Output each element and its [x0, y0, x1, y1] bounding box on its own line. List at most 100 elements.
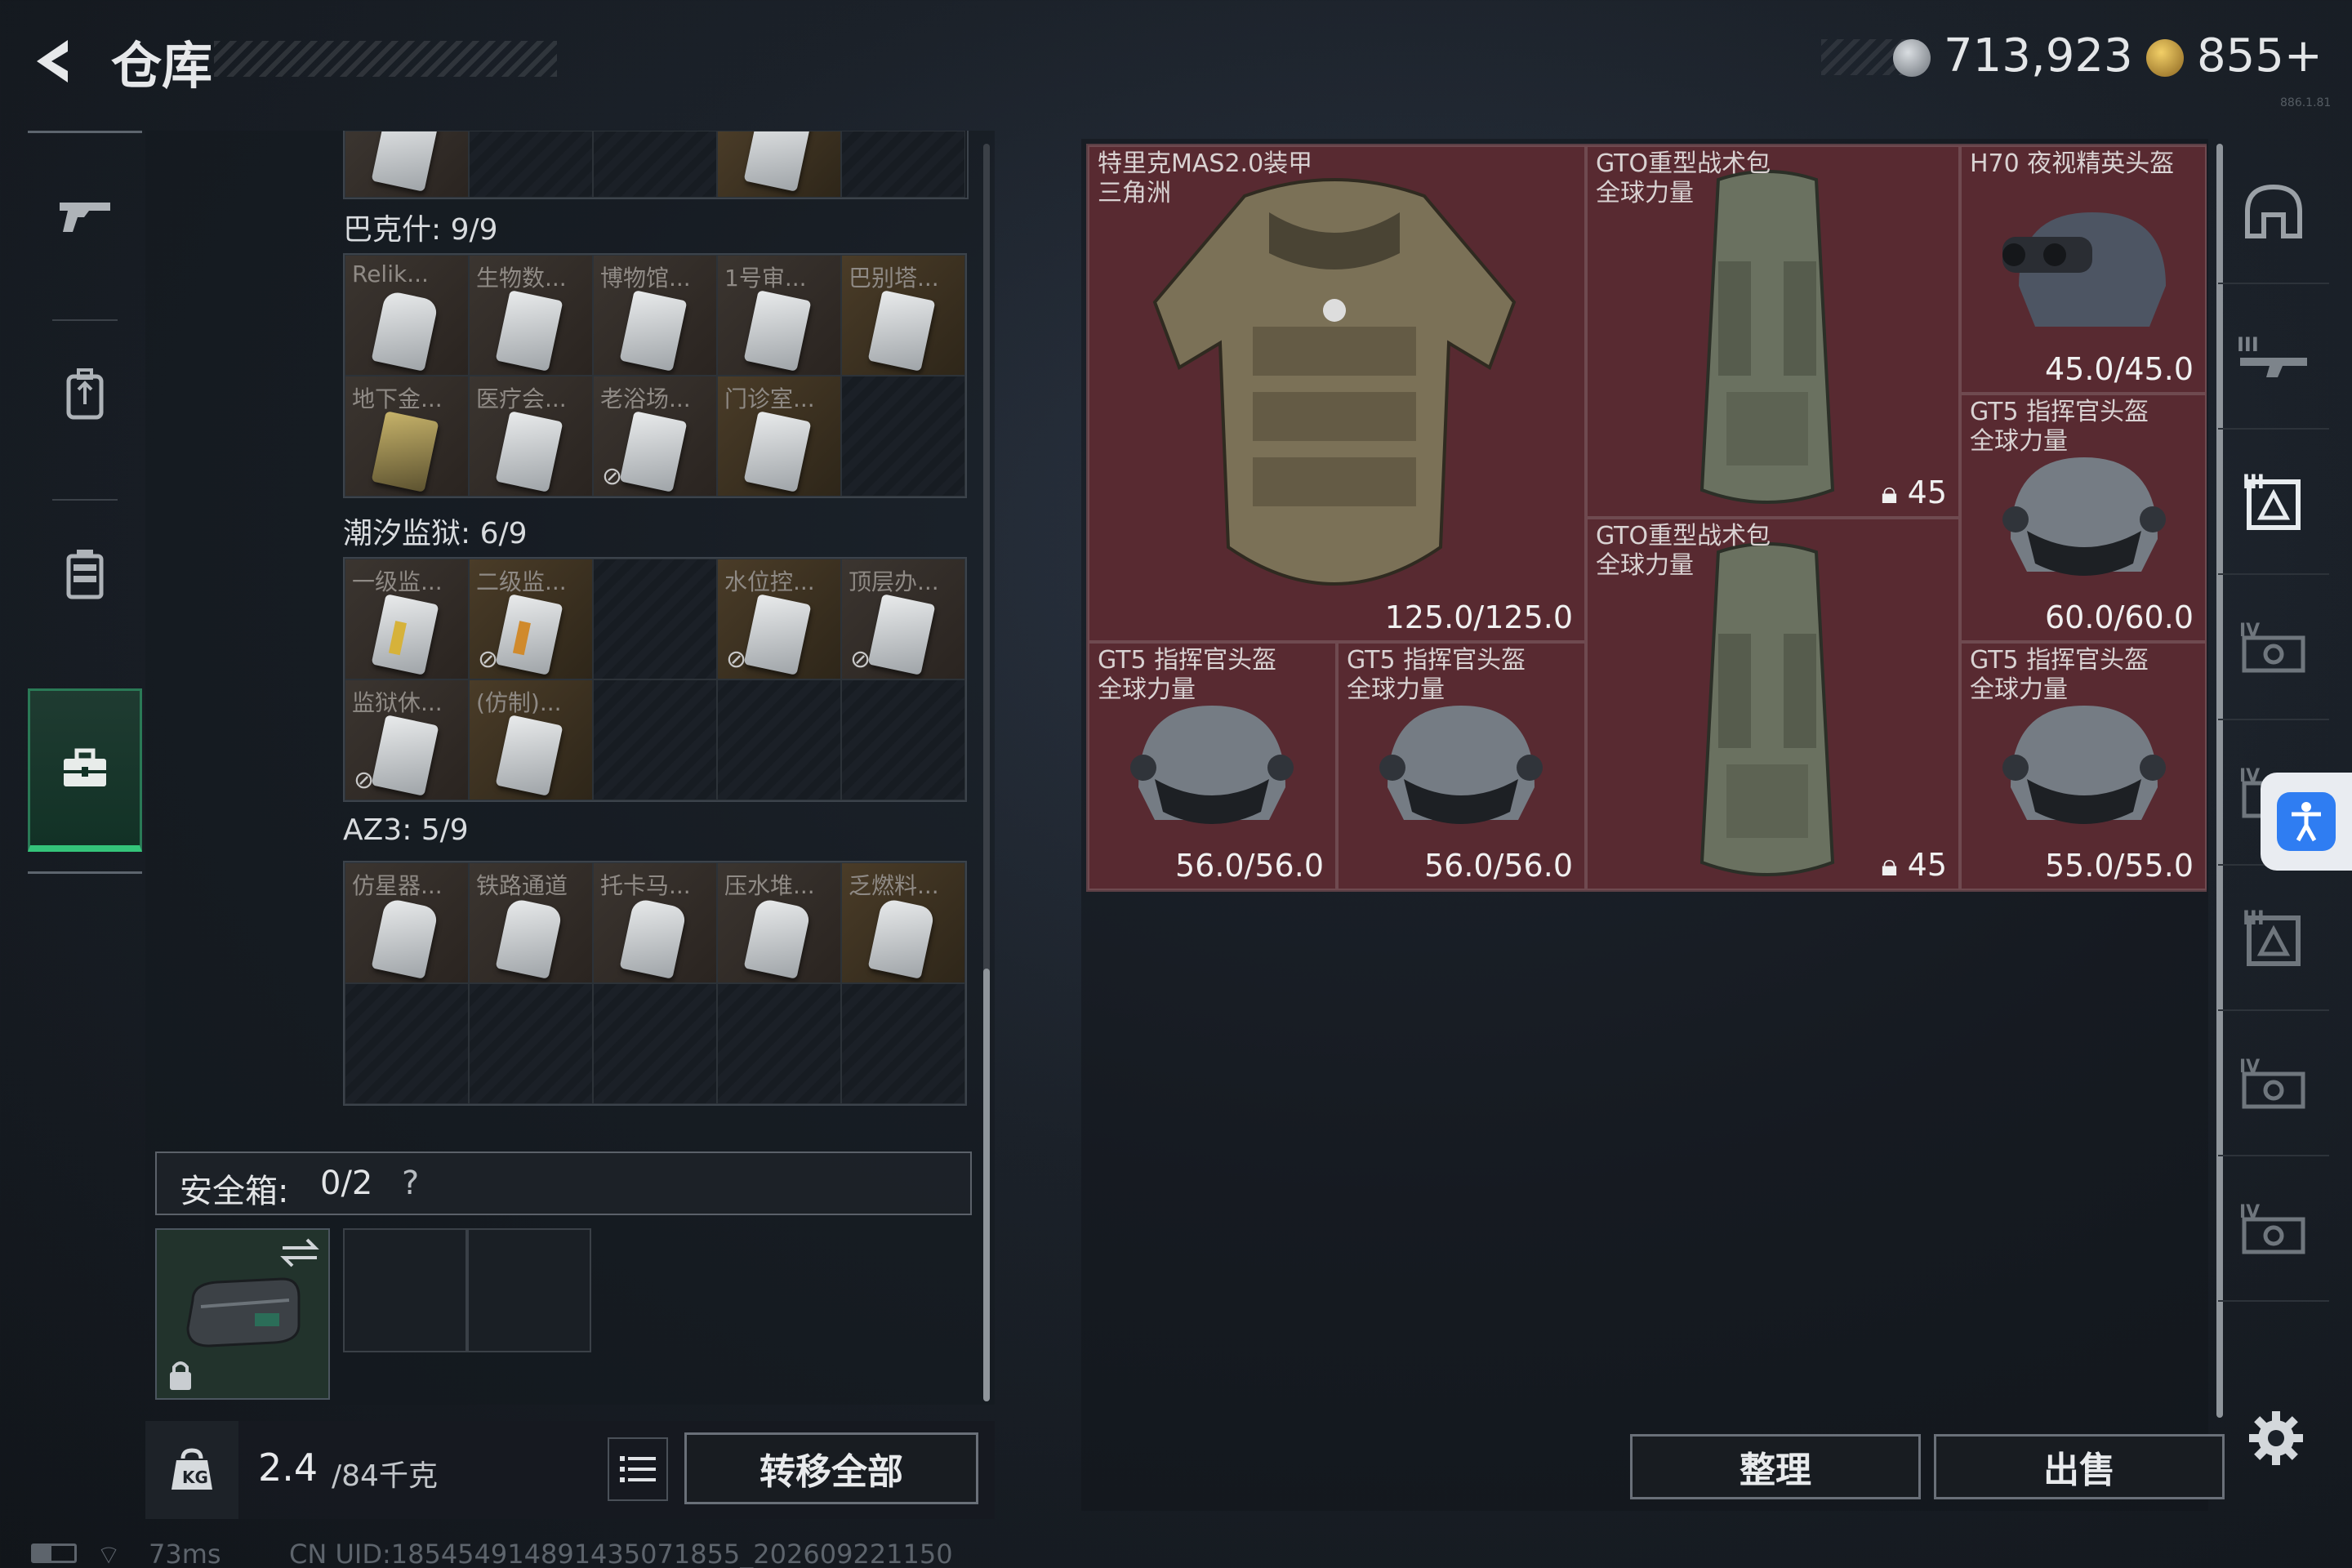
- nav-weapons[interactable]: [28, 133, 142, 296]
- item-brand: 全球力量: [1098, 675, 1196, 704]
- item-capacity: 🔒︎ 45: [1881, 474, 1947, 510]
- item-cell[interactable]: [717, 131, 841, 198]
- helmet-item[interactable]: H70 夜视精英头盔 45.0/45.0: [1960, 145, 2207, 394]
- tab-tier-4-a[interactable]: IV: [2218, 575, 2329, 720]
- gear-box-icon: IV: [2239, 1202, 2305, 1254]
- title-decoration: [214, 41, 557, 77]
- gear-icon: [2249, 1411, 2303, 1465]
- armor-rig-icon: III: [2243, 470, 2301, 530]
- item-brand: 全球力量: [1970, 675, 2068, 704]
- key-item[interactable]: 水位控... ⊘: [717, 559, 841, 679]
- back-button[interactable]: [24, 33, 82, 90]
- left-scrollbar-thumb[interactable]: [983, 969, 990, 1401]
- stash-grid: 特里克MAS2.0装甲 三角洲 125.0/125.0 GTO重型战术包 全球力…: [1086, 144, 2207, 892]
- helmet-item[interactable]: GT5 指挥官头盔 全球力量 60.0/60.0: [1960, 394, 2207, 642]
- key-item[interactable]: 二级监... ⊘: [469, 559, 593, 679]
- help-icon[interactable]: ?: [402, 1165, 419, 1202]
- empty-cell[interactable]: [841, 983, 965, 1104]
- key-item[interactable]: 博物馆...: [593, 255, 717, 376]
- empty-cell[interactable]: [345, 983, 469, 1104]
- key-item[interactable]: 医疗会...: [469, 376, 593, 497]
- nav-backpack[interactable]: [28, 313, 142, 476]
- helmet-icon: [1379, 706, 1543, 824]
- helmet-item[interactable]: GT5 指挥官头盔 全球力量 56.0/56.0: [1337, 642, 1586, 890]
- gold-coin-icon[interactable]: [2146, 39, 2184, 77]
- key-item[interactable]: 1号审...: [717, 255, 841, 376]
- empty-cell[interactable]: [717, 679, 841, 800]
- key-item[interactable]: 乏燃料...: [841, 862, 965, 983]
- sell-button[interactable]: 出售: [1934, 1434, 2225, 1499]
- nav-toolbox[interactable]: [28, 688, 142, 852]
- swap-icon[interactable]: [279, 1236, 320, 1269]
- key-item[interactable]: Relik...: [345, 255, 469, 376]
- tab-tier-3-armor[interactable]: III: [2218, 430, 2329, 575]
- key-item[interactable]: 监狱休... ⊘: [345, 679, 469, 800]
- empty-cell[interactable]: [469, 983, 593, 1104]
- tab-tier-4-d[interactable]: IV: [2218, 1156, 2329, 1302]
- settings-button[interactable]: [2247, 1410, 2305, 1467]
- tab-tier-4-c[interactable]: IV: [2218, 1011, 2329, 1156]
- key-item[interactable]: 老浴场... ⊘: [593, 376, 717, 497]
- weight-current: 2.4: [258, 1446, 318, 1490]
- empty-cell[interactable]: [593, 983, 717, 1104]
- backpack-icon: [66, 368, 104, 420]
- key-item[interactable]: 仿星器...: [345, 862, 469, 983]
- tab-all[interactable]: [2218, 139, 2329, 284]
- key-item[interactable]: 巴别塔...: [841, 255, 965, 376]
- item-name: 特里克MAS2.0装甲: [1098, 149, 1313, 178]
- safe-box-slot[interactable]: [343, 1228, 467, 1352]
- item-name: H70 夜视精英头盔: [1970, 149, 2175, 178]
- helmet-item[interactable]: GT5 指挥官头盔 全球力量 56.0/56.0: [1088, 642, 1337, 890]
- empty-cell[interactable]: [593, 131, 717, 198]
- safe-box-label: 安全箱:: [180, 1173, 289, 1210]
- uid-label: CN UID:1854549148914350718​55_2026092211…: [289, 1539, 953, 1568]
- empty-cell[interactable]: [717, 983, 841, 1104]
- body-armor-icon: [1152, 178, 1517, 586]
- key-item[interactable]: 压水堆...: [717, 862, 841, 983]
- tab-tier-3-weapons[interactable]: III: [2218, 284, 2329, 430]
- weight-kg-icon: KG: [172, 1448, 212, 1490]
- toolbox-icon: [64, 748, 106, 786]
- empty-cell[interactable]: [593, 679, 717, 800]
- empty-cell[interactable]: [841, 131, 965, 198]
- page-title: 仓库: [111, 36, 213, 96]
- svg-text:KG: KG: [182, 1468, 208, 1487]
- item-cell[interactable]: [345, 131, 469, 198]
- empty-cell[interactable]: [841, 376, 965, 497]
- nav-chest-rig[interactable]: [28, 492, 142, 656]
- sort-button[interactable]: 整理: [1630, 1434, 1921, 1499]
- item-durability: 56.0/56.0: [1174, 848, 1324, 884]
- key-item[interactable]: 顶层办... ⊘: [841, 559, 965, 679]
- item-brand: 全球力量: [1596, 551, 1694, 580]
- key-item[interactable]: 托卡马...: [593, 862, 717, 983]
- tab-tier-3-b[interactable]: III: [2218, 866, 2329, 1011]
- list-icon: [620, 1456, 656, 1482]
- key-item[interactable]: 一级监...: [345, 559, 469, 679]
- key-item[interactable]: 铁路通道: [469, 862, 593, 983]
- key-item[interactable]: 生物数...: [469, 255, 593, 376]
- accessibility-button[interactable]: [2261, 773, 2352, 871]
- transfer-all-button[interactable]: 转移全部: [684, 1432, 978, 1504]
- helmet-icon: [2002, 457, 2166, 576]
- safe-box-slot[interactable]: [467, 1228, 591, 1352]
- currency-gold[interactable]: 855+: [2197, 29, 2323, 82]
- weight-indicator: KG: [145, 1421, 238, 1519]
- helmet-item[interactable]: GT5 指挥官头盔 全球力量 55.0/55.0: [1960, 642, 2207, 890]
- unbind-icon: ⊘: [354, 766, 375, 795]
- gear-box-icon: IV: [2239, 1057, 2305, 1109]
- key-item[interactable]: 地下金...: [345, 376, 469, 497]
- item-brand: 全球力量: [1970, 427, 2068, 456]
- key-item[interactable]: (仿制)...: [469, 679, 593, 800]
- empty-cell[interactable]: [469, 131, 593, 198]
- key-item[interactable]: 门诊室...: [717, 376, 841, 497]
- backpack-item[interactable]: GTO重型战术包 全球力量 🔒︎ 45: [1586, 145, 1960, 518]
- list-view-button[interactable]: [608, 1437, 668, 1501]
- safe-box-container[interactable]: [155, 1228, 330, 1400]
- empty-cell[interactable]: [593, 559, 717, 679]
- armor-item[interactable]: 特里克MAS2.0装甲 三角洲 125.0/125.0: [1088, 145, 1586, 642]
- gear-box-icon: IV: [2239, 621, 2305, 673]
- item-name: GT5 指挥官头盔: [1347, 646, 1526, 675]
- safe-case-icon: [186, 1277, 301, 1348]
- empty-cell[interactable]: [841, 679, 965, 800]
- backpack-item[interactable]: GTO重型战术包 全球力量 🔒︎ 45: [1586, 518, 1960, 890]
